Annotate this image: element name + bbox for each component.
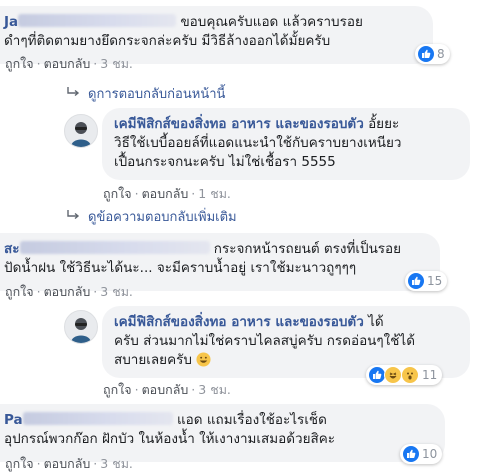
commenter-name[interactable]: Pa (4, 412, 23, 428)
smile-emoji-icon (196, 352, 211, 373)
reply-link[interactable]: ตอบกลับ (142, 382, 189, 397)
timestamp[interactable]: 3 ชม. (100, 56, 133, 71)
view-previous-replies[interactable]: ดูการตอบกลับก่อนหน้านี้ (66, 83, 225, 104)
comment-text-2: อุปกรณ์พวกก๊อก ฝักบัว ในห้องน้ำ ให้เงางา… (4, 431, 336, 447)
commenter-name[interactable]: Ja (4, 14, 18, 30)
like-icon (403, 446, 419, 462)
reaction-number: 8 (437, 47, 445, 61)
reply-link[interactable]: ตอบกลับ (44, 456, 91, 471)
reaction-count[interactable]: 11 (366, 365, 443, 385)
reaction-number: 11 (422, 368, 438, 382)
reaction-count[interactable]: 8 (415, 44, 450, 64)
redacted-name (19, 241, 210, 254)
view-more-replies[interactable]: ดูข้อความตอบกลับเพิ่มเติม (66, 206, 237, 227)
avatar[interactable] (64, 114, 98, 148)
avatar[interactable] (64, 310, 98, 344)
reply-link[interactable]: ตอบกลับ (44, 56, 91, 71)
timestamp[interactable]: 3 ชม. (198, 382, 231, 397)
comment-actions: ถูกใจ · ตอบกลับ · 3 ชม. (5, 56, 133, 71)
reply-text-2: ครับ ส่วนมากไม่ใช่คราบไคลสบู่ครับ กรดอ่อ… (114, 333, 415, 349)
reaction-count[interactable]: 10 (400, 444, 443, 464)
comment-actions: ถูกใจ · ตอบกลับ · 3 ชม. (5, 456, 133, 471)
haha-icon (384, 366, 402, 384)
reply-link[interactable]: ตอบกลับ (44, 284, 91, 299)
like-link[interactable]: ถูกใจ (5, 284, 34, 299)
comment-actions: ถูกใจ · ตอบกลับ · 3 ชม. (5, 284, 133, 299)
timestamp[interactable]: 3 ชม. (100, 456, 133, 471)
reaction-number: 15 (427, 274, 443, 288)
redacted-name (18, 14, 177, 27)
reply-text: ได้ (368, 314, 384, 330)
like-icon (418, 46, 434, 62)
reaction-count[interactable]: 15 (405, 271, 448, 291)
reply-bubble: เคมีฟิสิกส์ของสิ่งทอ อาหาร และของรอบตัว … (102, 108, 470, 180)
reply-text-2: วิธีใช้เบบี้ออยล์ที่แอดแนะนำใช้กับคราบยา… (114, 135, 402, 151)
redacted-name (22, 412, 173, 425)
reply-arrow-icon (66, 86, 80, 102)
reply-link[interactable]: ตอบกลับ (142, 186, 189, 201)
timestamp[interactable]: 3 ชม. (100, 284, 133, 299)
reply-arrow-icon (66, 209, 80, 225)
like-link[interactable]: ถูกใจ (5, 56, 34, 71)
comment-text: ขอบคุณครับแอด แล้วคราบรอย (180, 14, 363, 30)
view-previous-replies-label[interactable]: ดูการตอบกลับก่อนหน้านี้ (88, 83, 225, 104)
reaction-number: 10 (422, 447, 438, 461)
page-name[interactable]: เคมีฟิสิกส์ของสิ่งทอ อาหาร และของรอบตัว (114, 116, 364, 132)
comment-text: กระจกหน้ารถยนต์ ตรงที่เป็นรอย (213, 241, 402, 257)
reply-text-3: สบายเลยครับ (114, 352, 192, 368)
page-name[interactable]: เคมีฟิสิกส์ของสิ่งทอ อาหาร และของรอบตัว (114, 314, 364, 330)
view-more-replies-label[interactable]: ดูข้อความตอบกลับเพิ่มเติม (88, 206, 237, 227)
like-icon (369, 367, 385, 383)
like-link[interactable]: ถูกใจ (103, 186, 132, 201)
reply-actions: ถูกใจ · ตอบกลับ · 1 ชม. (103, 186, 231, 201)
commenter-name[interactable]: สะ (4, 241, 20, 257)
wow-icon (401, 366, 419, 384)
like-link[interactable]: ถูกใจ (5, 456, 34, 471)
comment-text-2: ปัดน้ำฝน ใช้วิธีนะได้นะ... จะมีคราบน้ำอย… (4, 260, 357, 276)
reply-text: อั้ยยะ (368, 116, 400, 132)
reply-actions: ถูกใจ · ตอบกลับ · 3 ชม. (103, 382, 231, 397)
like-icon (408, 273, 424, 289)
like-link[interactable]: ถูกใจ (103, 382, 132, 397)
timestamp[interactable]: 1 ชม. (198, 186, 231, 201)
comment-text: แอด แถมเรื่องใช้อะไรเช็ด (176, 412, 327, 428)
comment-text-2: ดำๆที่ติดตามยางยึดกระจกล่ะครับ มีวิธีล้า… (4, 33, 331, 49)
reply-text-3: เปื้อนกระจกนะครับ ไม่ใช่เชื้อรา 5555 (114, 154, 336, 170)
